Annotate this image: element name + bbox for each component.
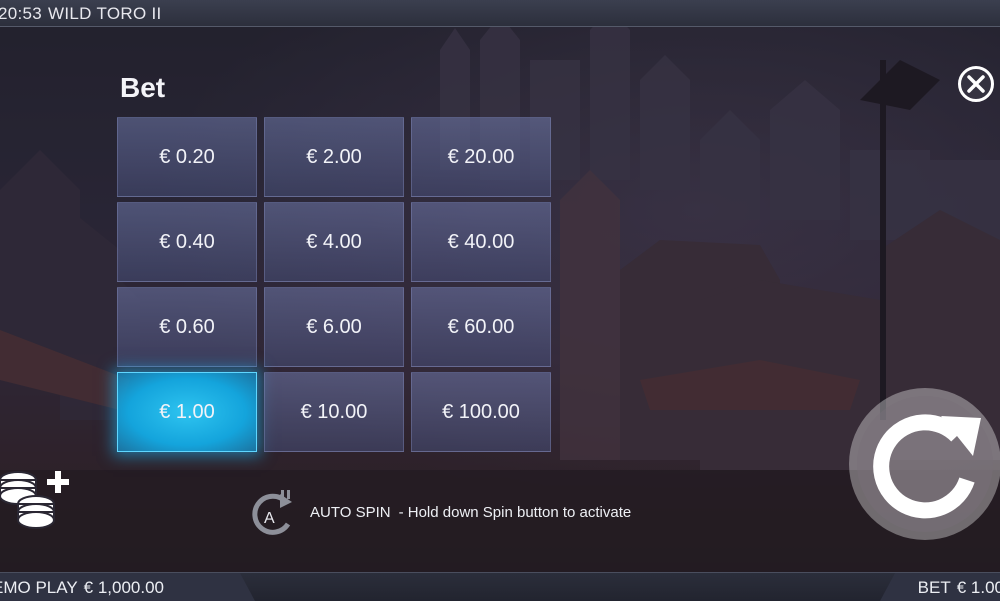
bet-option[interactable]: € 60.00	[411, 287, 551, 367]
coins-plus-button[interactable]	[0, 466, 80, 536]
bet-title: Bet	[120, 72, 166, 103]
bet-option[interactable]: € 20.00	[411, 117, 551, 197]
game-title: WILD TORO II	[48, 4, 162, 23]
spin-icon	[849, 388, 1000, 540]
balance-value: € 1,000.00	[83, 578, 165, 597]
bet-option[interactable]: € 6.00	[264, 287, 404, 367]
clock: 20:53	[0, 4, 43, 23]
autospin-icon: A	[246, 488, 298, 540]
bet-option[interactable]: € 4.00	[264, 202, 404, 282]
close-button[interactable]	[958, 66, 994, 102]
bet-option[interactable]: € 40.00	[411, 202, 551, 282]
autospin-info: AUTO SPIN - Hold down Spin button to acti…	[310, 504, 631, 521]
bet-option[interactable]: € 0.60	[117, 287, 257, 367]
bet-value: € 1.00	[956, 578, 1000, 597]
mode-label: EMO PLAY	[0, 578, 78, 597]
bet-option[interactable]: € 10.00	[264, 372, 404, 452]
autospin-hint: - Hold down Spin button to activate	[398, 504, 632, 521]
bet-label: BET	[917, 578, 951, 597]
coins-plus-icon	[0, 471, 69, 529]
autospin-label: AUTO SPIN	[310, 504, 391, 521]
bet-options-grid: € 0.20 € 2.00 € 20.00 € 0.40 € 4.00 € 40…	[117, 117, 553, 452]
close-icon	[967, 75, 985, 93]
bet-option[interactable]: € 2.00	[264, 117, 404, 197]
bet-option[interactable]: € 0.20	[117, 117, 257, 197]
bet-option[interactable]: € 100.00	[411, 372, 551, 452]
bet-option-selected[interactable]: € 1.00	[117, 372, 257, 452]
bet-option[interactable]: € 0.40	[117, 202, 257, 282]
spin-button[interactable]	[845, 384, 1000, 544]
autospin-letter: A	[264, 510, 275, 527]
top-bar: 20:53 WILD TORO II	[0, 0, 1000, 27]
bottom-bar: EMO PLAY € 1,000.00 BET € 1.00	[0, 572, 1000, 601]
